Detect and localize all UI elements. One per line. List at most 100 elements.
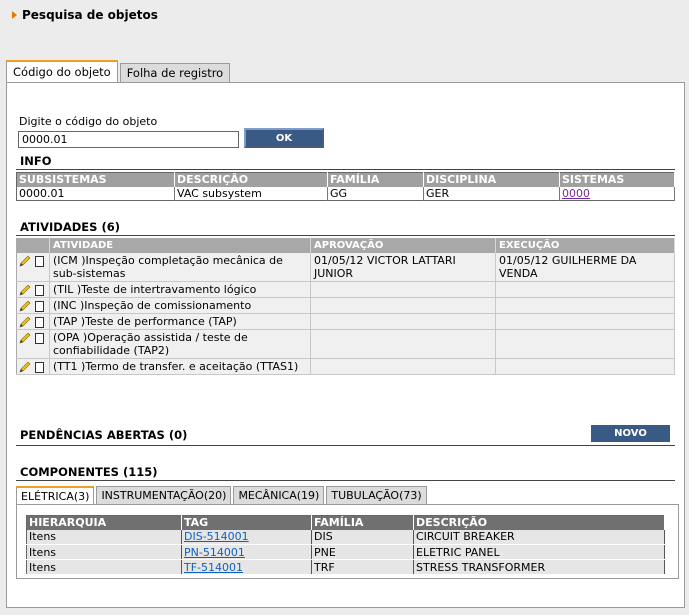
info-descricao: VAC subsystem bbox=[174, 186, 328, 201]
info-divider bbox=[16, 169, 675, 170]
document-icon[interactable] bbox=[35, 255, 44, 267]
componentes-title: COMPONENTES (115) bbox=[20, 465, 158, 479]
info-row: 0000.01 VAC subsystem GG GER 0000 bbox=[16, 186, 675, 201]
info-disciplina: GER bbox=[423, 186, 560, 201]
components-table: HIERARQUIA TAG FAMÍLIA DESCRIÇÃO Itens DI… bbox=[26, 515, 665, 575]
tab-codigo-objeto[interactable]: Código do objeto bbox=[6, 60, 118, 82]
info-familia: GG bbox=[327, 186, 424, 201]
tab-mecanica[interactable]: MECÂNICA(19) bbox=[233, 486, 325, 504]
activity-actions bbox=[16, 313, 50, 330]
component-tag-cell: DIS-514001 bbox=[181, 529, 312, 545]
components-tabs: ELÉTRICA(3) INSTRUMENTAÇÃO(20) MECÂNICA(… bbox=[16, 486, 429, 504]
activity-execucao: 01/05/12 GUILHERME DA VENDA bbox=[495, 252, 675, 282]
info-subsistema: 0000.01 bbox=[16, 186, 175, 201]
document-icon[interactable] bbox=[35, 316, 44, 328]
pendencias-title: PENDÊNCIAS ABERTAS (0) bbox=[20, 428, 188, 442]
col-comp-descricao: DESCRIÇÃO bbox=[413, 515, 665, 530]
activity-aprovacao bbox=[310, 313, 496, 330]
activity-execucao bbox=[495, 313, 675, 330]
activity-actions bbox=[16, 358, 50, 375]
document-icon[interactable] bbox=[35, 284, 44, 296]
tab-folha-registro[interactable]: Folha de registro bbox=[119, 63, 231, 82]
activities-header-row: ATIVIDADE APROVAÇÃO EXECUÇÃO bbox=[16, 238, 675, 253]
component-familia: PNE bbox=[311, 544, 414, 560]
components-panel: HIERARQUIA TAG FAMÍLIA DESCRIÇÃO Itens DI… bbox=[16, 504, 679, 579]
activity-name: (ICM )Inspeção completação mecânica de s… bbox=[49, 252, 311, 282]
page-title: Pesquisa de objetos bbox=[22, 8, 158, 22]
sistema-link[interactable]: 0000 bbox=[562, 187, 590, 200]
component-familia: DIS bbox=[311, 529, 414, 545]
activity-aprovacao: 01/05/12 VICTOR LATTARI JUNIOR bbox=[310, 252, 496, 282]
activity-execucao bbox=[495, 329, 675, 359]
pencil-icon[interactable] bbox=[19, 332, 31, 344]
atividades-title: ATIVIDADES (6) bbox=[20, 220, 120, 234]
activity-aprovacao bbox=[310, 329, 496, 359]
activity-row: (TIL )Teste de intertravamento lógico bbox=[16, 281, 675, 298]
pencil-icon[interactable] bbox=[19, 284, 31, 296]
search-label: Digite o código do objeto bbox=[19, 115, 158, 128]
col-actions bbox=[16, 238, 50, 253]
component-tag-cell: PN-514001 bbox=[181, 544, 312, 560]
activity-name: (OPA )Operação assistida / teste de conf… bbox=[49, 329, 311, 359]
activity-aprovacao bbox=[310, 358, 496, 375]
tab-instrumentacao[interactable]: INSTRUMENTAÇÃO(20) bbox=[96, 486, 232, 504]
component-tag-link[interactable]: DIS-514001 bbox=[184, 530, 249, 543]
novo-button[interactable]: NOVO bbox=[591, 425, 670, 442]
col-hierarquia: HIERARQUIA bbox=[26, 515, 182, 530]
components-header-row: HIERARQUIA TAG FAMÍLIA DESCRIÇÃO bbox=[26, 515, 665, 530]
col-execucao: EXECUÇÃO bbox=[495, 238, 675, 253]
pencil-icon[interactable] bbox=[19, 316, 31, 328]
component-hierarquia: Itens bbox=[26, 559, 182, 575]
component-tag-link[interactable]: TF-514001 bbox=[184, 561, 243, 574]
activity-row: (INC )Inspeção de comissionamento bbox=[16, 297, 675, 314]
document-icon[interactable] bbox=[35, 332, 44, 344]
component-row: Itens PN-514001 PNE ELETRIC PANEL bbox=[26, 544, 665, 560]
page-header: Pesquisa de objetos bbox=[12, 8, 158, 22]
activity-execucao bbox=[495, 358, 675, 375]
activity-row: (TT1 )Termo de transfer. e aceitação (TT… bbox=[16, 358, 675, 375]
activity-actions bbox=[16, 297, 50, 314]
pendencias-divider bbox=[16, 445, 675, 446]
document-icon[interactable] bbox=[35, 361, 44, 373]
activities-table: ATIVIDADE APROVAÇÃO EXECUÇÃO (ICM )Inspe… bbox=[16, 238, 675, 375]
atividades-divider bbox=[16, 235, 675, 236]
activity-name: (TAP )Teste de performance (TAP) bbox=[49, 313, 311, 330]
component-row: Itens TF-514001 TRF STRESS TRANSFORMER bbox=[26, 559, 665, 575]
pencil-icon[interactable] bbox=[19, 300, 31, 312]
activity-execucao bbox=[495, 297, 675, 314]
activity-name: (TT1 )Termo de transfer. e aceitação (TT… bbox=[49, 358, 311, 375]
col-comp-familia: FAMÍLIA bbox=[311, 515, 414, 530]
info-sistemas-cell: 0000 bbox=[559, 186, 675, 201]
col-atividade: ATIVIDADE bbox=[49, 238, 311, 253]
col-subsistemas: SUBSISTEMAS bbox=[16, 172, 175, 187]
main-tabs: Código do objeto Folha de registro bbox=[6, 60, 232, 82]
tab-tubulacao[interactable]: TUBULAÇÃO(73) bbox=[326, 486, 427, 504]
col-disciplina: DISCIPLINA bbox=[423, 172, 560, 187]
col-sistemas: SISTEMAS bbox=[559, 172, 675, 187]
object-code-input[interactable] bbox=[18, 131, 239, 148]
activity-row: (ICM )Inspeção completação mecânica de s… bbox=[16, 252, 675, 282]
component-hierarquia: Itens bbox=[26, 529, 182, 545]
pencil-icon[interactable] bbox=[19, 255, 31, 267]
col-tag: TAG bbox=[181, 515, 312, 530]
pencil-icon[interactable] bbox=[19, 361, 31, 373]
arrow-right-icon bbox=[12, 11, 17, 19]
activity-execucao bbox=[495, 281, 675, 298]
activity-row: (TAP )Teste de performance (TAP) bbox=[16, 313, 675, 330]
activity-row: (OPA )Operação assistida / teste de conf… bbox=[16, 329, 675, 359]
tab-eletrica[interactable]: ELÉTRICA(3) bbox=[16, 486, 95, 504]
activity-actions bbox=[16, 329, 50, 359]
component-descricao: ELETRIC PANEL bbox=[413, 544, 665, 560]
component-tag-link[interactable]: PN-514001 bbox=[184, 546, 245, 559]
col-aprovacao: APROVAÇÃO bbox=[310, 238, 496, 253]
activity-actions bbox=[16, 252, 50, 282]
activity-actions bbox=[16, 281, 50, 298]
info-title: INFO bbox=[20, 154, 52, 168]
info-table: SUBSISTEMAS DESCRIÇÃO FAMÍLIA DISCIPLINA… bbox=[16, 172, 675, 201]
info-header-row: SUBSISTEMAS DESCRIÇÃO FAMÍLIA DISCIPLINA… bbox=[16, 172, 675, 187]
document-icon[interactable] bbox=[35, 300, 44, 312]
col-descricao: DESCRIÇÃO bbox=[174, 172, 328, 187]
component-descricao: STRESS TRANSFORMER bbox=[413, 559, 665, 575]
ok-button[interactable]: OK bbox=[244, 128, 324, 148]
component-hierarquia: Itens bbox=[26, 544, 182, 560]
